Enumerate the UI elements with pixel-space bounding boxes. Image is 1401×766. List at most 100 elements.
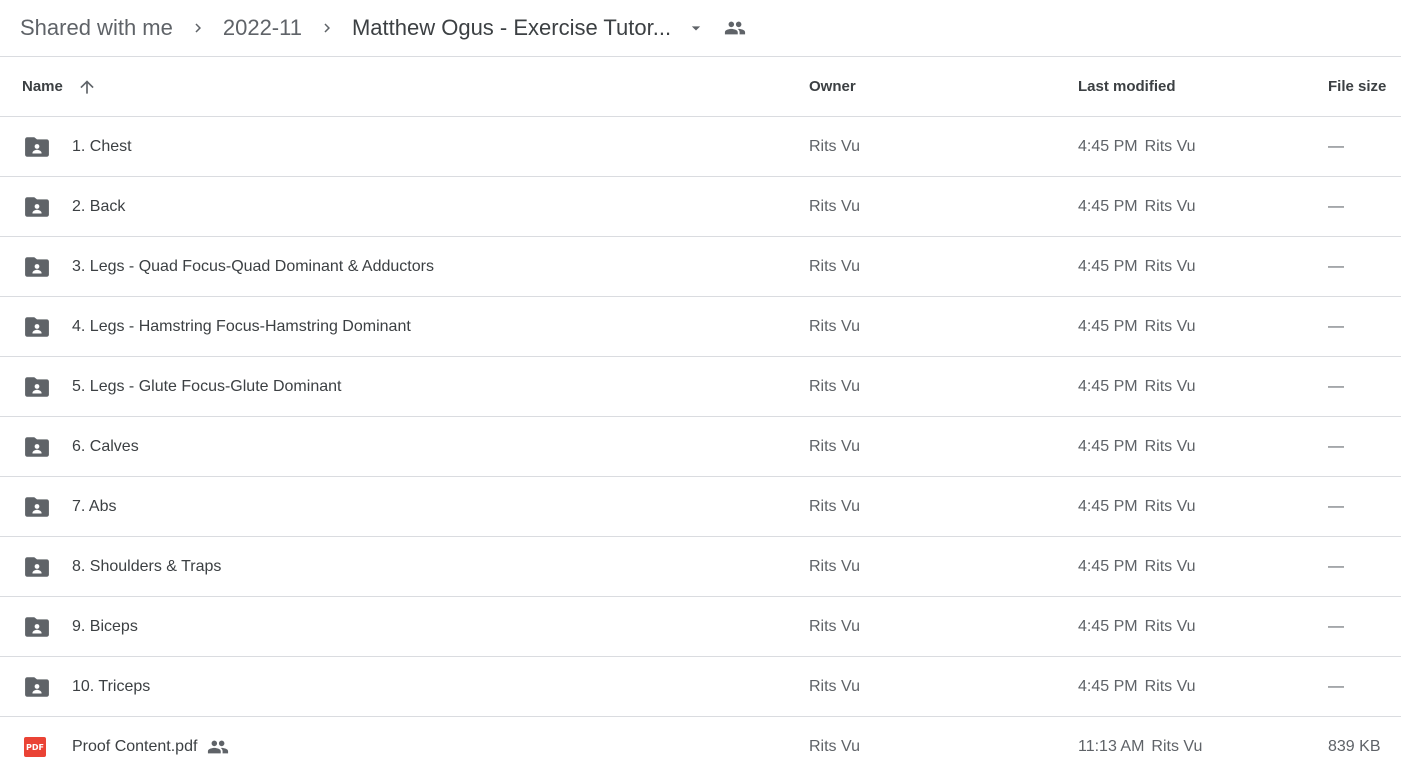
shared-folder-icon [24,177,50,236]
shared-folder-icon [24,537,50,596]
name-header-label: Name [22,78,63,95]
owner-name: Rits Vu [809,317,860,335]
owner-header-label: Owner [809,78,856,95]
pdf-file-icon: PDF [24,717,46,766]
table-row[interactable]: 2. Back Rits Vu 4:45 PM Rits Vu — [0,177,1401,237]
modified-by: Rits Vu [1151,738,1203,755]
modified-time: 4:45 PM [1078,137,1138,155]
modified-by: Rits Vu [1144,197,1196,215]
file-size: — [1328,617,1344,635]
modified-by: Rits Vu [1144,137,1196,155]
breadcrumb-current-folder[interactable]: Matthew Ogus - Exercise Tutor... [352,15,671,41]
last-modified: 4:45 PM Rits Vu [1078,177,1196,236]
modified-by: Rits Vu [1144,437,1196,455]
last-modified: 4:45 PM Rits Vu [1078,417,1196,476]
last-modified: 4:45 PM Rits Vu [1078,117,1196,176]
file-list: 1. Chest Rits Vu 4:45 PM Rits Vu — 2. Bac… [0,117,1401,766]
table-row[interactable]: 3. Legs - Quad Focus-Quad Dominant & Add… [0,237,1401,297]
table-row[interactable]: 5. Legs - Glute Focus-Glute Dominant Rit… [0,357,1401,417]
table-row[interactable]: 6. Calves Rits Vu 4:45 PM Rits Vu — [0,417,1401,477]
file-name-cell: Proof Content.pdf [72,717,229,766]
modified-time: 4:45 PM [1078,377,1138,395]
people-icon[interactable] [717,17,753,39]
file-size-column-header[interactable]: File size [1328,57,1386,116]
shared-folder-icon [24,657,50,716]
table-header: Name Owner Last modified File size [0,57,1401,117]
shared-folder-icon [24,117,50,176]
file-name: 9. Biceps [72,617,138,635]
modified-time: 4:45 PM [1078,677,1138,695]
file-size: — [1328,557,1344,575]
file-name: 7. Abs [72,497,117,515]
last-modified: 4:45 PM Rits Vu [1078,537,1196,596]
file-name: 10. Triceps [72,677,151,695]
last-modified: 11:13 AM Rits Vu [1078,717,1202,766]
modified-time: 4:45 PM [1078,317,1138,335]
file-size: 839 KB [1328,738,1381,755]
breadcrumb: Shared with me 2022-11 Matthew Ogus - Ex… [0,0,1401,57]
last-modified: 4:45 PM Rits Vu [1078,597,1196,656]
shared-folder-icon [24,597,50,656]
file-name: 6. Calves [72,437,139,455]
modified-by: Rits Vu [1144,677,1196,695]
chevron-right-icon [173,19,223,37]
file-size: — [1328,137,1344,155]
modified-by: Rits Vu [1144,557,1196,575]
last-modified-header-label: Last modified [1078,78,1176,95]
table-row[interactable]: 8. Shoulders & Traps Rits Vu 4:45 PM Rits… [0,537,1401,597]
owner-name: Rits Vu [809,437,860,455]
file-size: — [1328,437,1344,455]
shared-folder-icon [24,477,50,536]
modified-time: 4:45 PM [1078,197,1138,215]
shared-folder-icon [24,357,50,416]
modified-time: 4:45 PM [1078,257,1138,275]
owner-name: Rits Vu [809,557,860,575]
name-column-header[interactable]: Name [22,57,97,116]
modified-time: 4:45 PM [1078,557,1138,575]
owner-name: Rits Vu [809,257,860,275]
table-row[interactable]: 9. Biceps Rits Vu 4:45 PM Rits Vu — [0,597,1401,657]
file-size: — [1328,257,1344,275]
owner-name: Rits Vu [809,497,860,515]
modified-by: Rits Vu [1144,377,1196,395]
modified-time: 11:13 AM [1078,738,1145,755]
table-row[interactable]: 10. Triceps Rits Vu 4:45 PM Rits Vu — [0,657,1401,717]
table-row[interactable]: PDF Proof Content.pdf Rits Vu 11:13 AM Ri… [0,717,1401,766]
file-size: — [1328,677,1344,695]
modified-time: 4:45 PM [1078,617,1138,635]
file-size: — [1328,197,1344,215]
shared-folder-icon [24,237,50,296]
breadcrumb-2022-11[interactable]: 2022-11 [223,15,302,41]
file-size: — [1328,377,1344,395]
file-size: — [1328,497,1344,515]
table-row[interactable]: 1. Chest Rits Vu 4:45 PM Rits Vu — [0,117,1401,177]
owner-name: Rits Vu [809,197,860,215]
breadcrumb-shared-with-me[interactable]: Shared with me [20,15,173,41]
table-row[interactable]: 7. Abs Rits Vu 4:45 PM Rits Vu — [0,477,1401,537]
owner-column-header[interactable]: Owner [809,57,856,116]
modified-by: Rits Vu [1144,617,1196,635]
table-row[interactable]: 4. Legs - Hamstring Focus-Hamstring Domi… [0,297,1401,357]
modified-time: 4:45 PM [1078,437,1138,455]
shared-folder-icon [24,297,50,356]
file-name: 5. Legs - Glute Focus-Glute Dominant [72,377,342,395]
arrow-drop-down-icon[interactable] [679,18,713,38]
file-size-header-label: File size [1328,78,1387,95]
modified-by: Rits Vu [1144,257,1196,275]
chevron-right-icon [302,19,352,37]
sort-ascending-arrow-icon[interactable] [77,77,97,97]
last-modified: 4:45 PM Rits Vu [1078,357,1196,416]
file-name: Proof Content.pdf [72,738,198,755]
last-modified: 4:45 PM Rits Vu [1078,237,1196,296]
last-modified: 4:45 PM Rits Vu [1078,657,1196,716]
last-modified: 4:45 PM Rits Vu [1078,297,1196,356]
file-name: 3. Legs - Quad Focus-Quad Dominant & Add… [72,257,434,275]
modified-time: 4:45 PM [1078,497,1138,515]
owner-name: Rits Vu [809,377,860,395]
file-name: 8. Shoulders & Traps [72,557,222,575]
pdf-icon-label: PDF [24,737,46,757]
last-modified: 4:45 PM Rits Vu [1078,477,1196,536]
last-modified-column-header[interactable]: Last modified [1078,57,1176,116]
file-name: 4. Legs - Hamstring Focus-Hamstring Domi… [72,317,411,335]
modified-by: Rits Vu [1144,317,1196,335]
